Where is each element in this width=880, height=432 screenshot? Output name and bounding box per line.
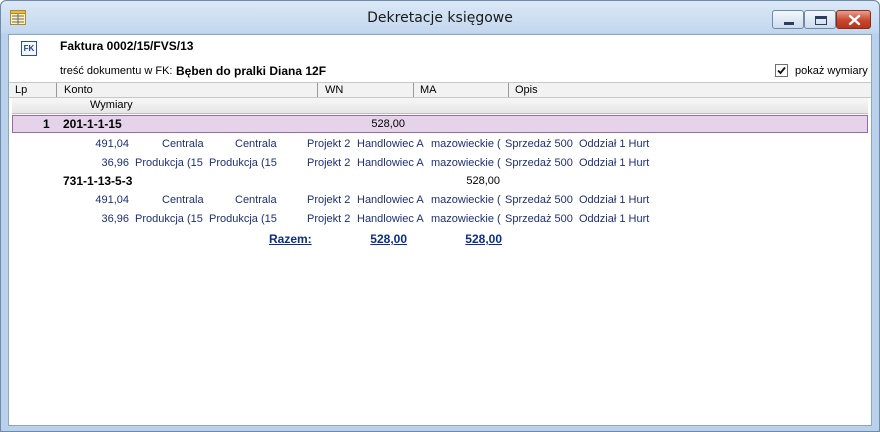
dimension-7: Oddział 1 Hurt — [579, 213, 650, 225]
dimension-amount: 36,96 — [101, 157, 129, 169]
title-bar[interactable]: Dekretacje księgowe — [1, 1, 879, 33]
dimension-5: mazowieckie ( — [431, 213, 501, 225]
dimension-1: Centrala — [162, 138, 204, 150]
checkmark-icon — [777, 66, 786, 75]
column-wn[interactable]: WN — [321, 84, 343, 96]
dimension-amount: 36,96 — [101, 213, 129, 225]
dimension-5: mazowieckie ( — [431, 194, 501, 206]
dimensions-subheader: Wymiary — [12, 98, 868, 114]
table-row-selected[interactable] — [12, 115, 868, 133]
fk-document-icon: FK — [21, 41, 37, 56]
dimension-4: Handlowiec A — [357, 213, 424, 225]
dimension-3: Projekt 2 — [307, 194, 351, 206]
content-value: Bęben do pralki Diana 12F — [176, 64, 327, 78]
totals-wn: 528,00 — [370, 232, 407, 246]
entry-account[interactable]: 731-1-13-5-3 — [63, 174, 132, 188]
dimension-4: Handlowiec A — [357, 194, 424, 206]
dimension-2: Centrala — [235, 138, 277, 150]
dimension-6: Sprzedaż 500 — [505, 194, 573, 206]
dimension-2: Produkcja (15 — [209, 157, 277, 169]
show-dimensions-label: pokaż wymiary — [795, 65, 868, 77]
show-dimensions-checkbox[interactable] — [775, 64, 788, 77]
close-icon — [848, 14, 861, 26]
dimension-2: Produkcja (15 — [209, 213, 277, 225]
dimension-3: Projekt 2 — [307, 213, 351, 225]
entry-account[interactable]: 201-1-1-15 — [63, 117, 122, 131]
totals-ma: 528,00 — [465, 232, 502, 246]
dimension-4: Handlowiec A — [357, 157, 424, 169]
minimize-icon — [784, 22, 794, 25]
dimension-5: mazowieckie ( — [431, 157, 501, 169]
entry-lp: 1 — [43, 117, 50, 131]
dimension-7: Oddział 1 Hurt — [579, 138, 650, 150]
column-lp[interactable]: Lp — [11, 84, 27, 96]
dimension-6: Sprzedaż 500 — [505, 157, 573, 169]
column-opis[interactable]: Opis — [511, 84, 538, 96]
dimension-1: Produkcja (15 — [135, 157, 203, 169]
dimension-5: mazowieckie ( — [431, 138, 501, 150]
dimensions-label: Wymiary — [90, 99, 133, 111]
dimension-amount: 491,04 — [95, 138, 129, 150]
totals-label: Razem: — [269, 232, 312, 246]
close-button[interactable] — [836, 10, 871, 29]
dimension-3: Projekt 2 — [307, 138, 351, 150]
dimension-amount: 491,04 — [95, 194, 129, 206]
dimension-1: Produkcja (15 — [135, 213, 203, 225]
dimension-4: Handlowiec A — [357, 138, 424, 150]
minimize-button[interactable] — [772, 10, 804, 29]
dimension-2: Centrala — [235, 194, 277, 206]
entry-ma: 528,00 — [466, 175, 500, 187]
content-label: treść dokumentu w FK: — [60, 65, 173, 77]
document-title: Faktura 0002/15/FVS/13 — [60, 39, 194, 53]
dimension-3: Projekt 2 — [307, 157, 351, 169]
dimension-6: Sprzedaż 500 — [505, 138, 573, 150]
grid-column-header: Lp Konto WN MA Opis — [9, 82, 871, 98]
window-title: Dekretacje księgowe — [367, 10, 513, 26]
window: Dekretacje księgowe FK Faktura 0002/15/F… — [0, 0, 880, 432]
column-ma[interactable]: MA — [416, 84, 437, 96]
dimension-7: Oddział 1 Hurt — [579, 194, 650, 206]
entry-wn: 528,00 — [371, 118, 405, 130]
dimension-1: Centrala — [162, 194, 204, 206]
dialog-content: FK Faktura 0002/15/FVS/13 treść dokument… — [8, 34, 872, 426]
dimension-7: Oddział 1 Hurt — [579, 157, 650, 169]
dimension-6: Sprzedaż 500 — [505, 213, 573, 225]
maximize-button[interactable] — [804, 10, 836, 29]
column-konto[interactable]: Konto — [60, 84, 93, 96]
maximize-icon — [815, 16, 827, 25]
